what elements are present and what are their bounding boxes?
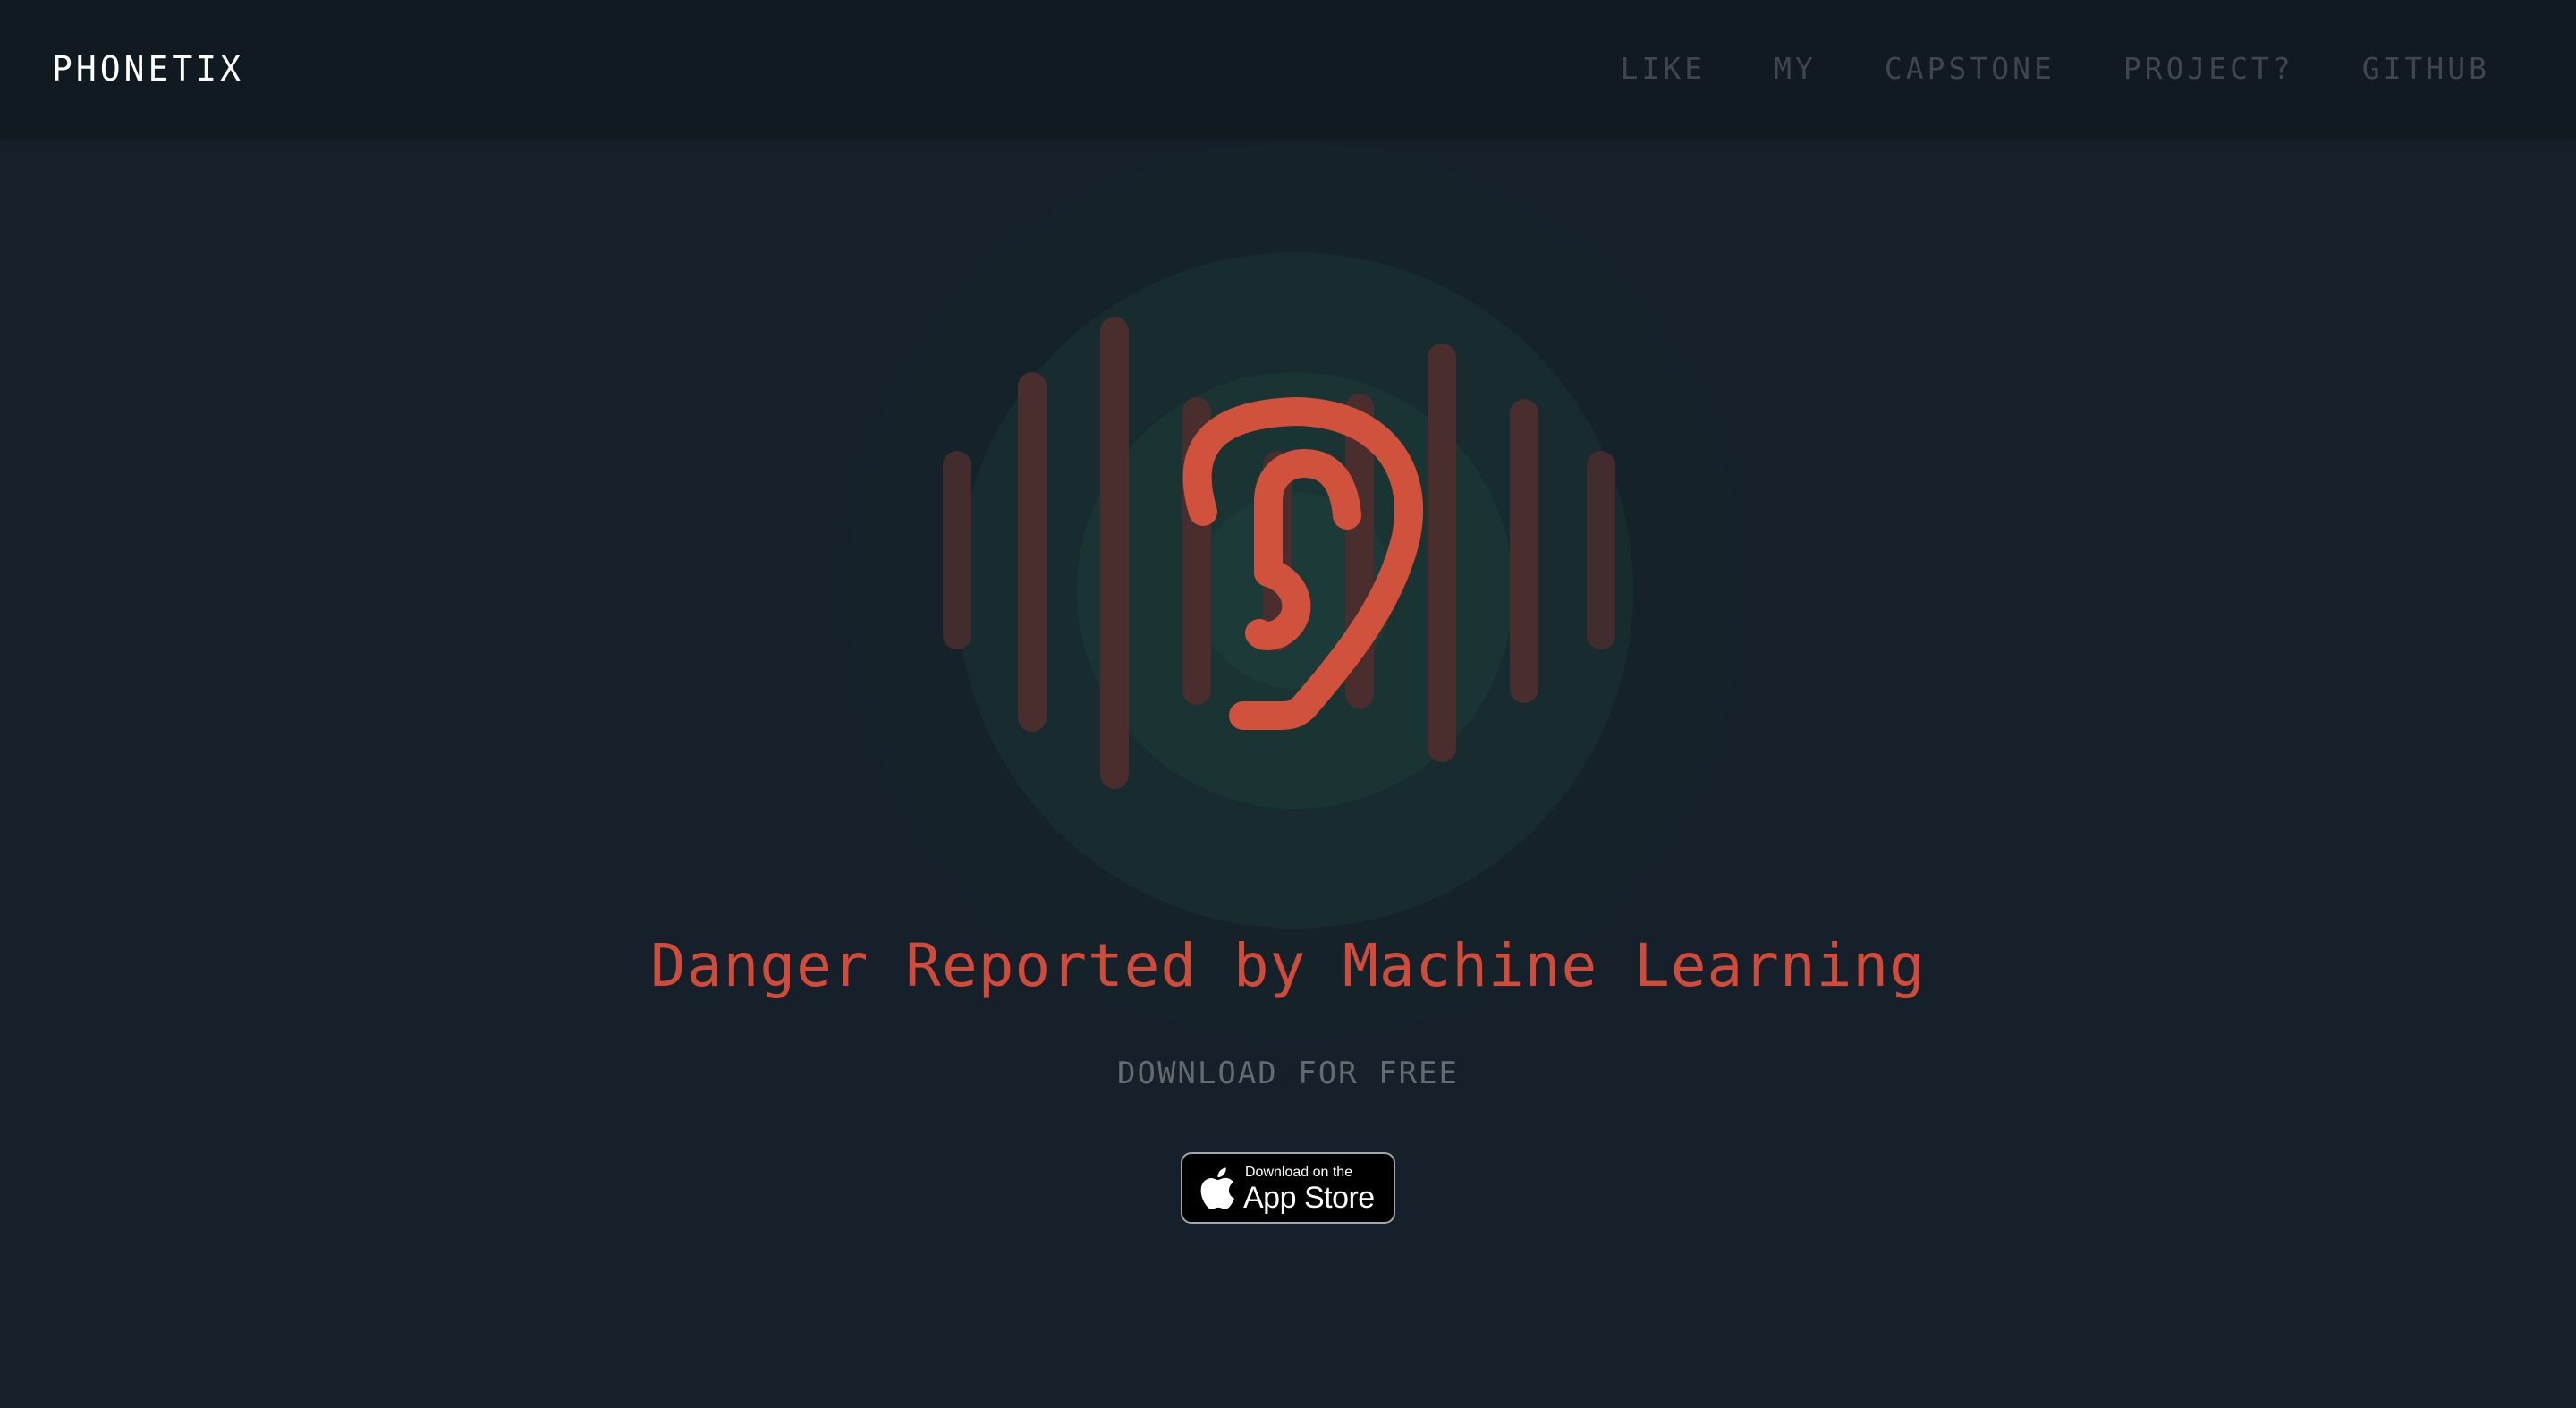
- brand-logo[interactable]: PHONETIX: [52, 47, 244, 91]
- nav-item-like[interactable]: LIKE: [1621, 47, 1706, 91]
- pulse-circles: [848, 143, 1742, 1038]
- nav-menu: LIKE MY CAPSTONE PROJECT? GITHUB: [1621, 47, 2490, 91]
- hero-headline: Danger Reported by Machine Learning: [650, 931, 1926, 1000]
- sound-wave-bars: [943, 317, 1615, 789]
- store-badge-big-text: App Store: [1243, 1181, 1375, 1215]
- ear-icon: [1182, 397, 1424, 730]
- download-caption: DOWNLOAD FOR FREE: [1117, 1056, 1459, 1091]
- apple-icon: [1200, 1167, 1234, 1209]
- nav-item-my[interactable]: MY: [1774, 47, 1817, 91]
- nav-item-project[interactable]: PROJECT?: [2123, 47, 2294, 91]
- top-navbar: PHONETIX LIKE MY CAPSTONE PROJECT? GITHU…: [0, 0, 2576, 138]
- store-badge-small-text: Download on the: [1245, 1165, 1353, 1180]
- nav-item-capstone[interactable]: CAPSTONE: [1885, 47, 2055, 91]
- app-store-button[interactable]: Download on the App Store: [1181, 1152, 1395, 1224]
- nav-item-github[interactable]: GITHUB: [2362, 47, 2490, 91]
